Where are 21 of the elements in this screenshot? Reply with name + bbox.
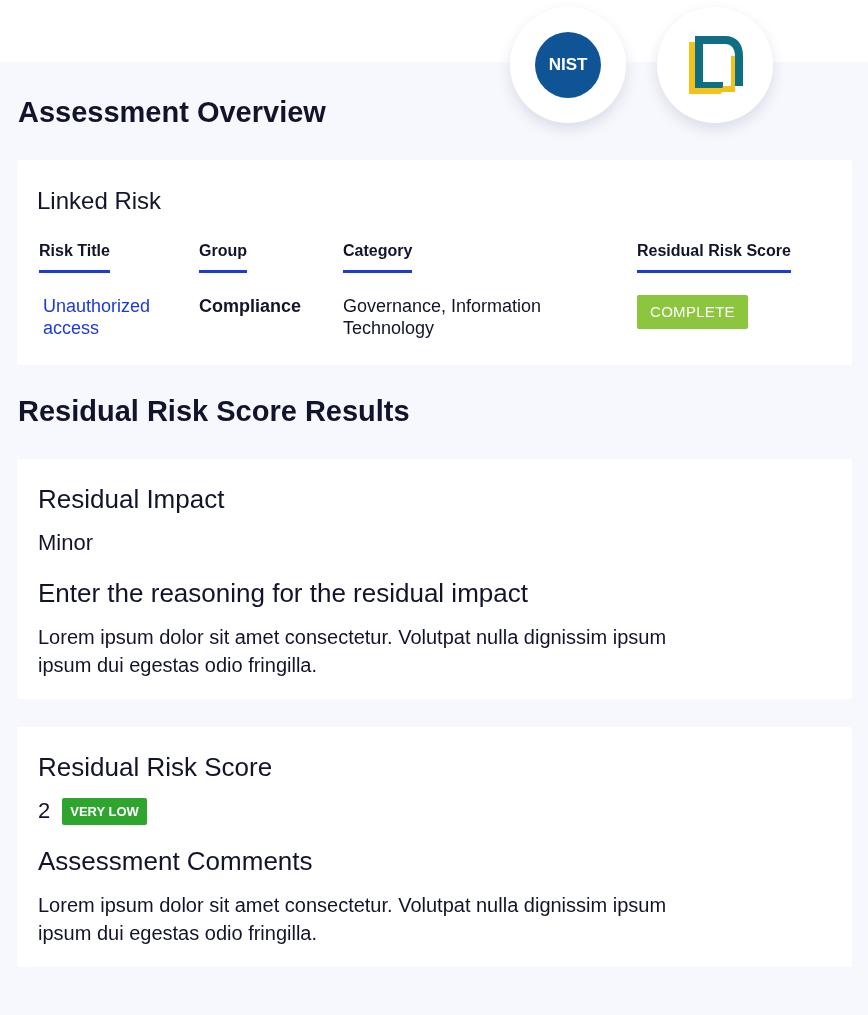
value-text: Minor	[38, 530, 93, 556]
status-badge: COMPLETE	[637, 295, 748, 329]
column-header[interactable]: Residual Risk Score	[637, 241, 791, 273]
risk-link[interactable]: Unauthorized access	[39, 295, 173, 339]
paragraph: Lorem ipsum dolor sit amet consectetur. Volutpat nulla dignissim ipsum ipsum dui egestas odio fringilla.	[38, 625, 668, 678]
table-cell: Compliance	[199, 296, 302, 316]
card-heading: Residual Impact	[38, 483, 226, 515]
nist-logo: NIST	[535, 32, 601, 98]
score-badge: VERY LOW	[62, 797, 147, 825]
table-cell: Governance, Information Technology	[343, 296, 542, 338]
value-text: 2	[38, 798, 51, 824]
card-subheading: Enter the reasoning for the residual impact	[38, 577, 529, 609]
paragraph: Lorem ipsum dolor sit amet consectetur. Volutpat nulla dignissim ipsum ipsum dui egestas odio fringilla.	[38, 893, 668, 946]
card-subheading: Assessment Comments	[38, 845, 314, 877]
page-title: Assessment Overview	[18, 95, 327, 130]
section-title: Residual Risk Score Results	[18, 394, 411, 429]
card-heading: Residual Risk Score	[38, 751, 274, 783]
column-header[interactable]: Group	[199, 241, 247, 273]
column-header[interactable]: Risk Title	[39, 241, 110, 273]
card-title: Linked Risk	[37, 186, 163, 216]
column-header[interactable]: Category	[343, 241, 413, 273]
